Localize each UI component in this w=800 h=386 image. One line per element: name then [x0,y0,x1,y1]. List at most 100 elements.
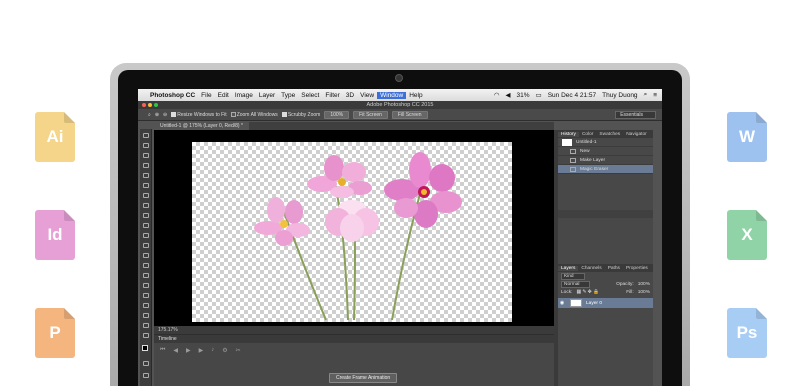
list-icon[interactable]: ≡ [650,92,662,99]
play-icon[interactable]: ▶ [186,347,191,354]
more-tools-icon[interactable] [143,333,149,338]
foreground-color-swatch[interactable] [142,345,148,351]
history-snapshot[interactable]: Untitled-1 [558,138,653,147]
gradient-tool-icon[interactable] [143,243,149,248]
fit-screen-button[interactable]: Fit Screen [353,110,388,119]
minimize-icon[interactable] [148,103,152,107]
history-step-selected[interactable]: Magic Eraser [558,165,653,174]
menu-image[interactable]: Image [232,92,256,99]
fill-screen-button[interactable]: Fill Screen [391,110,428,119]
menu-layer[interactable]: Layer [256,92,278,99]
marquee-tool-icon[interactable] [143,143,149,148]
type-tool-icon[interactable] [143,283,149,288]
resize-windows-option[interactable]: Resize Windows to Fit [171,112,227,118]
layer-row-selected[interactable]: ◉ Layer 0 [558,298,653,308]
tab-swatches[interactable]: Swatches [596,132,623,137]
eyedropper-tool-icon[interactable] [143,183,149,188]
workspace-select[interactable]: Essentials [615,110,656,119]
tab-layers[interactable]: Layers [558,265,579,271]
screen-mode-icon[interactable] [143,373,149,378]
layers-panel: Layers Channels Paths Properties Kind No… [558,264,653,308]
clock[interactable]: Sun Dec 4 21:57 [545,92,599,99]
hand-tool-icon[interactable] [143,313,149,318]
history-step[interactable]: Make Layer [558,156,653,165]
tab-channels[interactable]: Channels [578,266,604,271]
audio-icon[interactable]: ♪ [211,347,214,354]
status-bar: 175.17% [154,326,554,334]
menu-3d[interactable]: 3D [343,92,357,99]
user-name[interactable]: Thuy Duong [599,92,640,99]
mac-menubar: Photoshop CC File Edit Image Layer Type … [138,89,662,101]
photoshop-screen: Photoshop CC File Edit Image Layer Type … [138,89,662,386]
move-tool-icon[interactable] [143,133,149,138]
lock-icons[interactable]: ▦ ✎ ✥ 🔒 [576,290,599,295]
brush-tool-icon[interactable] [143,203,149,208]
eraser-tool-icon[interactable] [143,233,149,238]
history-brush-tool-icon[interactable] [143,223,149,228]
canvas-area[interactable] [154,130,554,326]
zoom-tool-icon[interactable]: ⌕ [148,112,151,118]
path-selection-tool-icon[interactable] [143,293,149,298]
battery-percent[interactable]: 31% [514,92,533,99]
history-list: Untitled-1 New Make Layer Magic Eraser [558,138,653,210]
menu-file[interactable]: File [198,92,214,99]
wifi-icon[interactable]: ◠ [491,91,503,99]
checkbox-icon [230,111,236,117]
ai-file-icon: Ai [35,112,75,162]
next-frame-icon[interactable]: ▶ [199,347,204,354]
maximize-icon[interactable] [154,103,158,107]
close-icon[interactable] [142,103,146,107]
tab-navigator[interactable]: Navigator [623,132,650,137]
tab-paths[interactable]: Paths [605,266,623,271]
zoom-out-icon[interactable]: ⊖ [163,112,167,118]
dodge-tool-icon[interactable] [143,263,149,268]
create-frame-animation-button[interactable]: Create Frame Animation [329,373,398,383]
zoom-all-option[interactable]: Zoom All Windows [230,111,278,118]
menu-edit[interactable]: Edit [215,92,232,99]
transparent-canvas[interactable] [192,142,512,322]
zoom-100-button[interactable]: 100% [324,110,350,119]
healing-tool-icon[interactable] [143,193,149,198]
shape-tool-icon[interactable] [143,303,149,308]
split-icon[interactable]: ✂ [236,347,241,354]
menu-window[interactable]: Window [377,91,407,99]
crop-tool-icon[interactable] [143,173,149,178]
lock-label: Lock: [561,289,573,295]
stamp-tool-icon[interactable] [143,213,149,218]
tab-history[interactable]: History [558,131,579,137]
lasso-tool-icon[interactable] [143,153,149,158]
magic-wand-tool-icon[interactable] [143,163,149,168]
previous-frame-icon[interactable]: ◀ [173,347,178,354]
blur-tool-icon[interactable] [143,253,149,258]
layer-icon [570,157,576,163]
zoom-tool-icon[interactable] [143,323,149,328]
pink-cosmos-flowers-image [254,152,462,321]
battery-icon[interactable]: ▭ [533,91,545,99]
zoom-in-icon[interactable]: ⊕ [155,112,159,118]
layer-filter-kind-select[interactable]: Kind [561,272,585,280]
tab-color[interactable]: Color [579,132,596,137]
menu-filter[interactable]: Filter [322,92,342,99]
fill-label: Fill: [626,289,634,295]
scrubby-zoom-option[interactable]: Scrubby Zoom [281,112,320,118]
tab-properties[interactable]: Properties [623,266,651,271]
menu-type[interactable]: Type [278,92,298,99]
timeline-title: Timeline [154,335,554,343]
document-tab[interactable]: Untitled-1 @ 175% (Layer 0, Red/8) * [154,122,249,130]
pen-tool-icon[interactable] [143,273,149,278]
search-icon[interactable]: ⌕ [641,91,651,99]
menu-view[interactable]: View [357,92,377,99]
menu-select[interactable]: Select [298,92,322,99]
eye-icon[interactable]: ◉ [558,300,566,306]
volume-icon[interactable]: ◀ [503,91,514,99]
first-frame-icon[interactable]: ⏮ [160,347,165,354]
blend-mode-select[interactable]: Normal [561,280,591,288]
menu-help[interactable]: Help [406,92,425,99]
quick-mask-icon[interactable] [143,361,149,366]
opacity-input[interactable]: 100% [638,282,650,287]
menu-app-name[interactable]: Photoshop CC [147,92,198,99]
history-step[interactable]: New [558,147,653,156]
zoom-status[interactable]: 175.17% [158,327,178,333]
fill-input[interactable]: 100% [638,290,650,295]
settings-icon[interactable]: ⚙ [222,347,227,354]
